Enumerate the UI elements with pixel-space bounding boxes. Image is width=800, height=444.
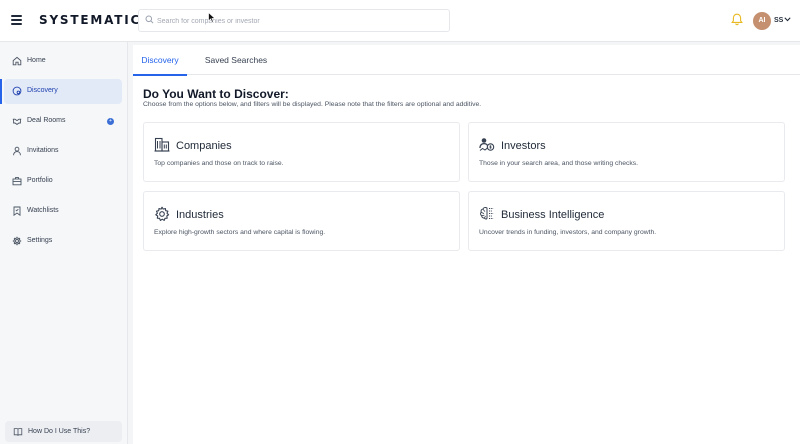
card-description: Top companies and those on track to rais… <box>154 160 284 167</box>
search-icon <box>145 15 154 24</box>
bell-icon[interactable] <box>731 13 743 26</box>
sidebar-item-label: Discovery <box>27 87 58 94</box>
user-initials[interactable]: SS <box>774 17 783 24</box>
card-business-intelligence[interactable]: Business Intelligence Uncover trends in … <box>468 191 785 251</box>
card-investors[interactable]: Investors Those in your search area, and… <box>468 122 785 182</box>
card-description: Those in your search area, and those wri… <box>479 160 639 167</box>
tab-saved-searches[interactable]: Saved Searches <box>201 45 271 75</box>
help-button[interactable]: How Do I Use This? <box>5 421 122 442</box>
search-bar[interactable] <box>138 9 450 32</box>
sidebar-item-label: Settings <box>27 237 53 244</box>
bookmark-icon <box>13 206 21 216</box>
card-description: Uncover trends in funding, investors, an… <box>479 229 657 236</box>
sidebar-item-watchlists[interactable]: Watchlists <box>4 199 122 224</box>
chevron-down-icon[interactable] <box>784 17 791 22</box>
page-subtitle: Choose from the options below, and filte… <box>143 101 482 108</box>
sidebar-item-home[interactable]: Home <box>4 49 122 74</box>
menu-icon[interactable] <box>11 15 22 25</box>
help-label: How Do I Use This? <box>28 428 91 435</box>
sidebar-item-portfolio[interactable]: Portfolio <box>4 169 122 194</box>
sidebar-item-label: Invitations <box>27 147 59 154</box>
gear-icon <box>155 206 170 221</box>
app-logo[interactable]: SYSTEMATIC <box>39 13 141 27</box>
sidebar-item-label: Watchlists <box>27 207 59 214</box>
building-icon <box>154 137 170 152</box>
sidebar-item-label: Portfolio <box>27 177 53 184</box>
handshake-icon <box>12 118 22 125</box>
sidebar: Home Discovery Deal Rooms + Invitations … <box>0 42 128 444</box>
user-icon <box>13 146 21 156</box>
sidebar-item-label: Deal Rooms <box>27 117 66 124</box>
card-title: Industries <box>176 209 224 221</box>
card-description: Explore high-growth sectors and where ca… <box>154 229 326 236</box>
top-header: SYSTEMATIC AI SS <box>0 0 800 42</box>
brain-icon <box>480 206 494 220</box>
deal-rooms-badge: + <box>107 118 114 125</box>
sidebar-item-label: Home <box>27 57 46 64</box>
card-title: Investors <box>501 140 546 152</box>
sidebar-item-deal-rooms[interactable]: Deal Rooms + <box>4 109 122 134</box>
sidebar-item-invitations[interactable]: Invitations <box>4 139 122 164</box>
search-input[interactable] <box>157 13 442 29</box>
card-industries[interactable]: Industries Explore high-growth sectors a… <box>143 191 460 251</box>
main-content: Discovery Saved Searches Do You Want to … <box>133 45 800 444</box>
briefcase-icon <box>12 177 22 186</box>
card-title: Companies <box>176 140 232 152</box>
sidebar-item-settings[interactable]: Settings <box>4 229 122 254</box>
sidebar-item-discovery[interactable]: Discovery <box>0 79 122 104</box>
home-icon <box>12 56 22 66</box>
avatar[interactable]: AI <box>753 12 771 30</box>
page-title: Do You Want to Discover: <box>143 87 289 101</box>
tab-bar: Discovery Saved Searches <box>133 45 800 76</box>
book-icon <box>13 428 23 436</box>
card-companies[interactable]: Companies Top companies and those on tra… <box>143 122 460 182</box>
card-title: Business Intelligence <box>501 209 605 221</box>
compass-icon <box>12 86 22 96</box>
gear-icon <box>12 236 22 246</box>
mouse-cursor-icon <box>208 12 216 23</box>
investor-icon <box>479 138 495 151</box>
tab-discovery[interactable]: Discovery <box>133 45 187 76</box>
